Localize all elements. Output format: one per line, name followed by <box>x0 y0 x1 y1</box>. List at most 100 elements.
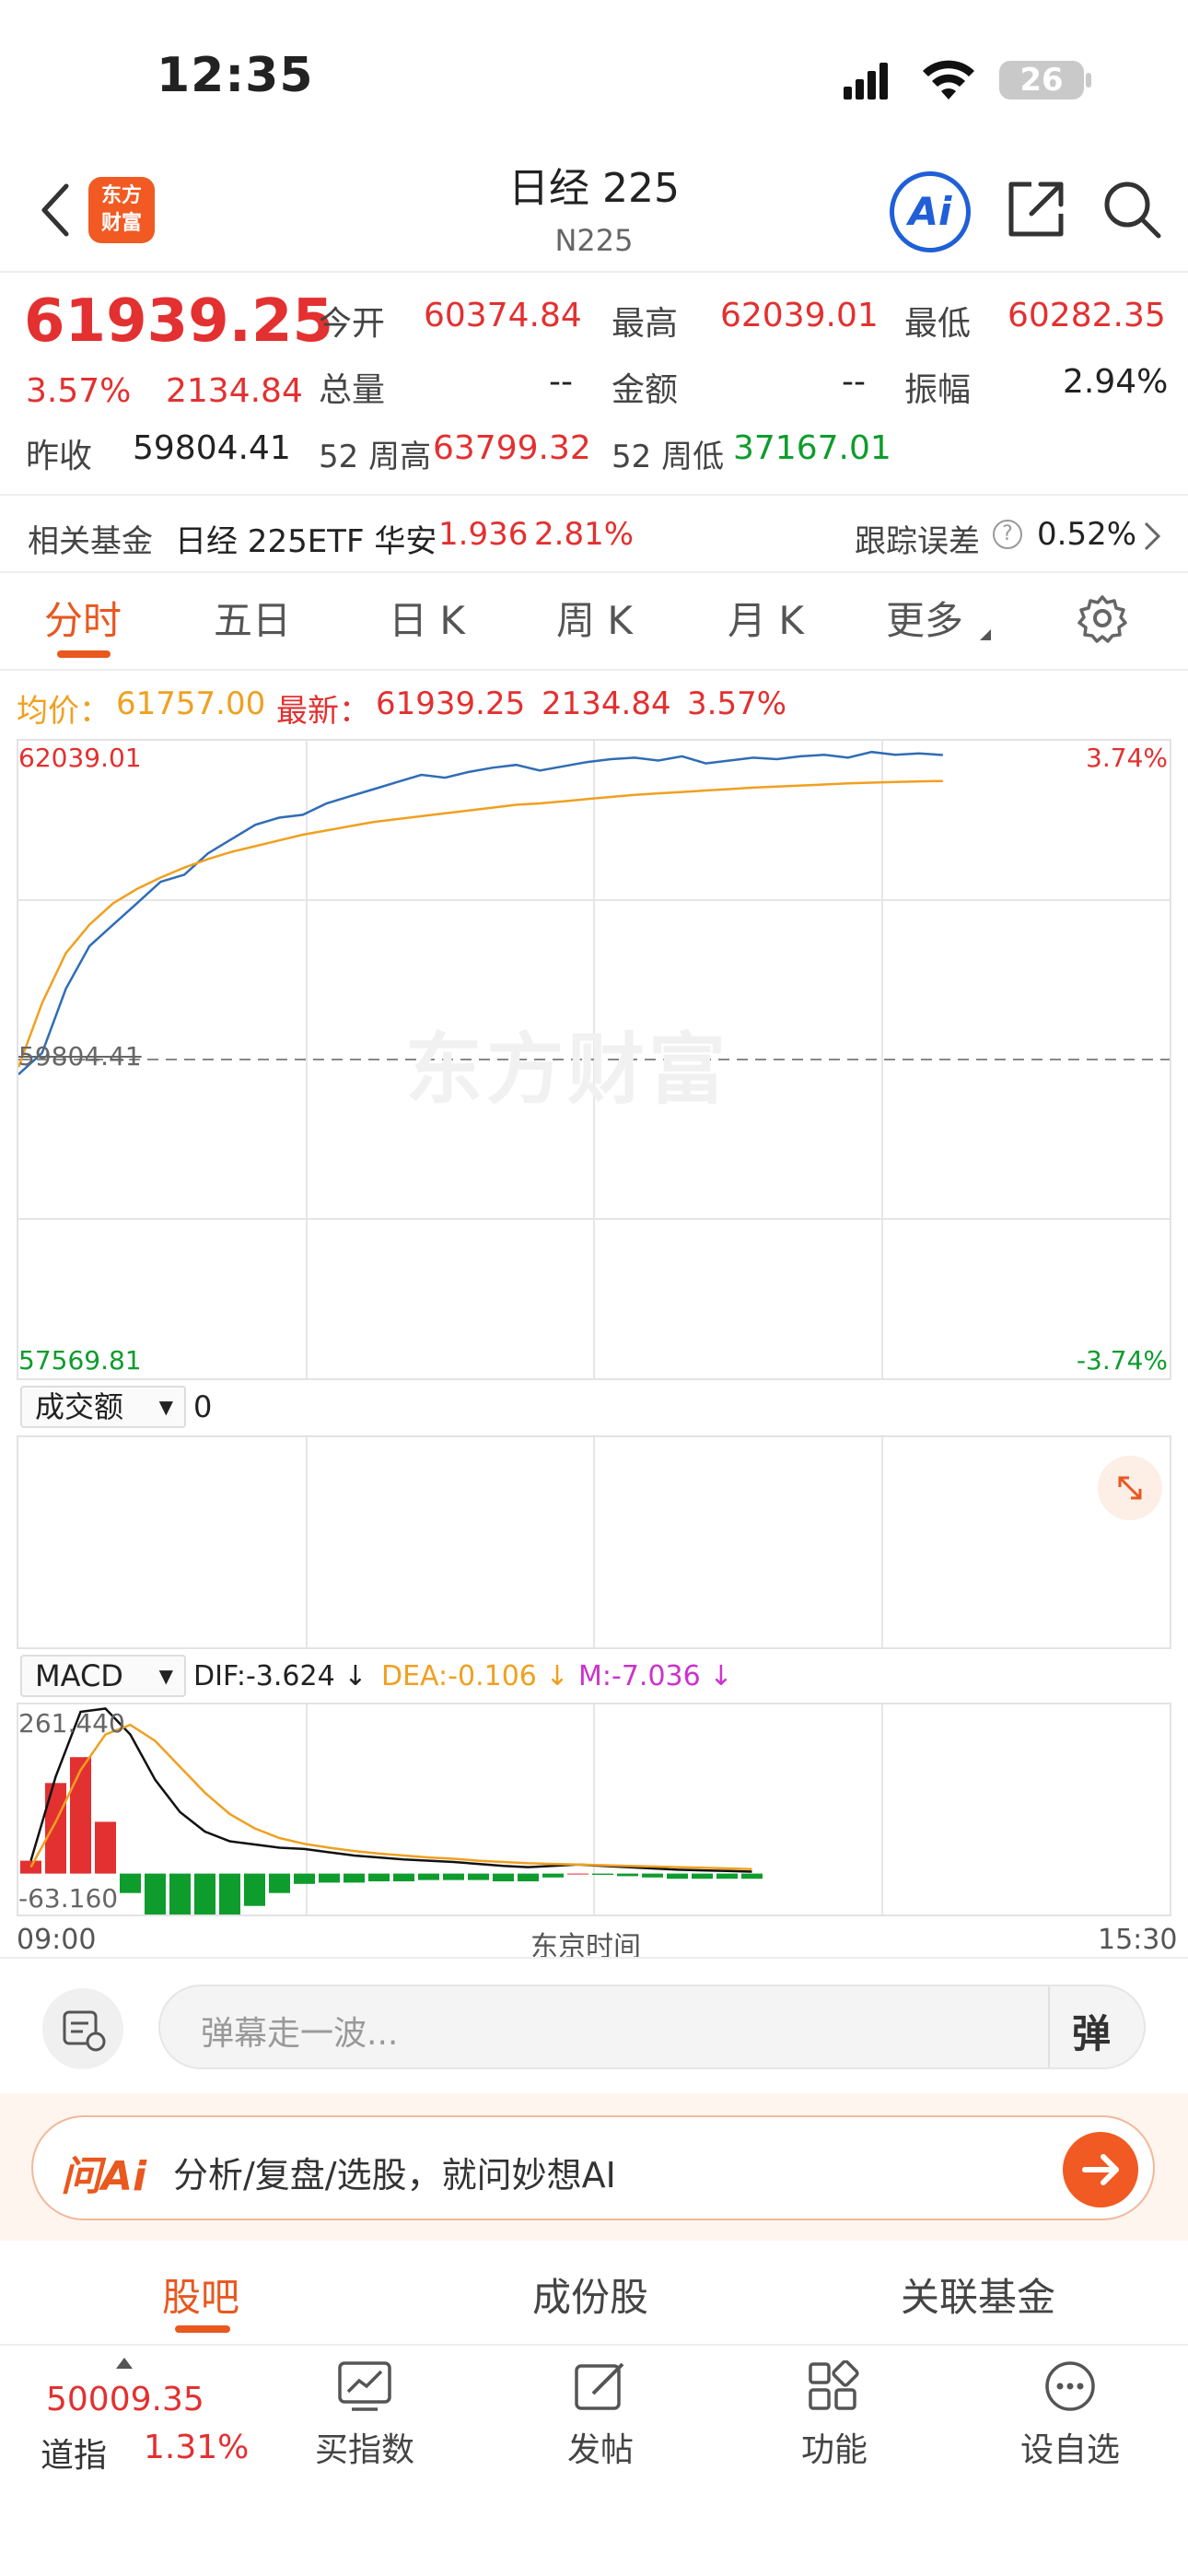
signal-icon <box>844 61 890 100</box>
macd-bar <box>194 1873 215 1914</box>
time-start: 09:00 <box>17 1924 97 1956</box>
tab-constituents[interactable]: 成份股 <box>532 2266 648 2323</box>
macd-dea-line <box>29 1723 752 1870</box>
tab-5day[interactable]: 五日 <box>214 590 291 646</box>
share-icon[interactable] <box>1004 177 1068 241</box>
prev-close-label: 昨收 <box>26 438 93 475</box>
y-top-label: 62039.01 <box>18 743 142 773</box>
battery-cap <box>1086 73 1091 88</box>
ai-button[interactable]: Ai <box>890 171 971 252</box>
fund-divider <box>0 571 1188 573</box>
macd-bar <box>269 1873 290 1893</box>
comment-placeholder: 弹幕走一波... <box>201 2015 399 2053</box>
avg-value: 61757.00 <box>116 685 266 722</box>
macd-y-top: 261.440 <box>18 1708 125 1739</box>
macd-bar <box>468 1873 489 1880</box>
macd-bar <box>169 1873 191 1914</box>
comment-input[interactable]: 弹幕走一波... 弹 <box>158 1985 1146 2069</box>
nav-add-watchlist[interactable]: 设自选 <box>987 2423 1153 2471</box>
dow-pct: 1.31% <box>144 2429 250 2466</box>
tab-monthly-k[interactable]: 月 K <box>728 590 804 646</box>
tab-intraday[interactable]: 分时 <box>44 590 122 646</box>
macd-bar <box>344 1873 365 1883</box>
related-fund-row[interactable]: 相关基金 日经 225ETF 华安 1.936 2.81% 跟踪误差 ? 0.5… <box>0 498 1188 571</box>
note-icon[interactable] <box>42 1988 123 2069</box>
latest-value: 61939.25 <box>376 685 526 722</box>
compose-icon <box>573 2360 628 2412</box>
w52-high-value: 63799.32 <box>433 429 591 467</box>
macd-bar <box>418 1873 439 1880</box>
current-price: 61939.25 <box>24 287 334 356</box>
amount-value: -- <box>842 363 866 401</box>
dropdown-triangle-icon: ▼ <box>158 1396 173 1418</box>
macd-bar <box>368 1873 390 1881</box>
avg-label: 均价： <box>17 693 111 730</box>
tab-related-funds[interactable]: 关联基金 <box>901 2266 1055 2323</box>
macd-bar <box>617 1873 638 1877</box>
tracking-label: 跟踪误差 <box>855 523 980 560</box>
tab-daily-k[interactable]: 日 K <box>389 590 465 646</box>
page-title: 日经 225 <box>508 165 680 212</box>
y-bottom-label: 57569.81 <box>18 1345 142 1376</box>
macd-selector[interactable]: MACD ▼ <box>20 1655 186 1697</box>
tracking-value: 0.52% <box>1037 516 1137 553</box>
watermark: 东方财富 <box>405 1025 730 1115</box>
macd-bar <box>518 1873 539 1881</box>
macd-bar <box>145 1873 166 1914</box>
open-label: 今开 <box>319 305 386 343</box>
amplitude-value: 2.94% <box>1063 363 1169 401</box>
brand-logo: 东方财富 <box>88 177 155 243</box>
tab-weekly-k[interactable]: 周 K <box>556 590 633 646</box>
macd-bar <box>95 1821 116 1874</box>
danmu-divider <box>1048 1986 1050 2067</box>
latest-change: 2134.84 <box>542 685 671 722</box>
macd-bar <box>667 1873 688 1879</box>
tab-underline <box>57 650 111 658</box>
macd-dif: DIF:-3.624 ↓ <box>193 1660 367 1692</box>
macd-bar <box>393 1873 414 1881</box>
volume-label: 总量 <box>319 371 386 409</box>
macd-selector-label: MACD <box>35 1658 123 1693</box>
open-value: 60374.84 <box>424 297 582 334</box>
macd-dea: DEA:-0.106 ↓ <box>381 1660 569 1692</box>
tab-more[interactable]: 更多 <box>886 590 963 646</box>
header-divider <box>0 271 1188 273</box>
danmu-toggle[interactable]: 弹 <box>1072 2003 1111 2059</box>
index-code: N225 <box>554 223 634 258</box>
tab-guba[interactable]: 股吧 <box>162 2266 239 2323</box>
amplitude-label: 振幅 <box>904 371 972 409</box>
latest-pct: 3.57% <box>687 685 787 722</box>
volume-chart <box>17 1435 1171 1649</box>
macd-bar <box>493 1873 514 1881</box>
volume-selector[interactable]: 成交额 ▼ <box>20 1386 186 1428</box>
chart-divider <box>0 1957 1188 1959</box>
nav-buy-index[interactable]: 买指数 <box>282 2423 448 2471</box>
nav-post[interactable]: 发帖 <box>518 2423 683 2471</box>
wifi-icon <box>921 59 976 101</box>
macd-chart: 261.440 -63.160 <box>17 1703 1171 1916</box>
guba-underline <box>175 2325 230 2333</box>
fund-pct: 2.81% <box>534 516 635 553</box>
volume-value: -- <box>549 363 573 401</box>
expand-icon[interactable] <box>1098 1456 1162 1520</box>
search-icon[interactable] <box>1100 177 1164 241</box>
macd-bar <box>542 1873 564 1878</box>
macd-m: M:-7.036 ↓ <box>578 1660 733 1692</box>
macd-y-bottom: -63.160 <box>18 1883 119 1914</box>
ai-search-bar[interactable]: 问Ai 分析/复盘/选股，就问妙想AI <box>31 2115 1155 2220</box>
price-chart[interactable]: 东方财富 62039.01 59804.41 57569.81 3.74% -3… <box>17 739 1171 1380</box>
back-icon[interactable] <box>37 181 74 240</box>
dow-value[interactable]: 50009.35 <box>46 2381 204 2418</box>
arrow-right-icon[interactable] <box>1063 2132 1138 2207</box>
dropdown-triangle-icon: ▼ <box>158 1665 173 1687</box>
macd-bar <box>45 1783 66 1874</box>
ai-prompt-text: 分析/复盘/选股，就问妙想AI <box>173 2155 616 2195</box>
change-value: 2134.84 <box>166 372 303 410</box>
macd-bar <box>567 1873 588 1875</box>
tabs-divider <box>0 669 1188 671</box>
nav-functions[interactable]: 功能 <box>751 2423 917 2471</box>
settings-icon[interactable] <box>1077 593 1127 643</box>
macd-bar <box>692 1873 713 1879</box>
volume-selector-label: 成交额 <box>35 1389 124 1424</box>
quote-divider <box>0 494 1188 496</box>
